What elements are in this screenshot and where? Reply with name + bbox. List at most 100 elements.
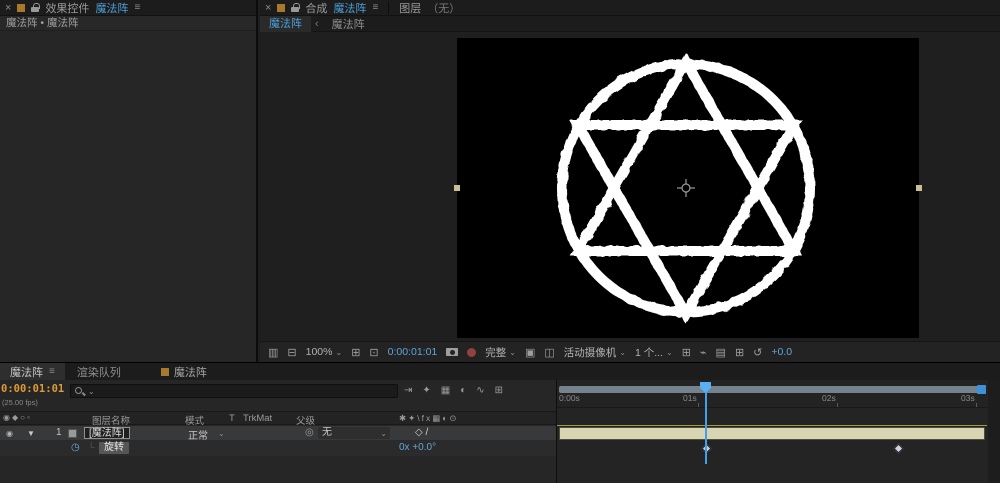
av-feature-column-icons: ◉◆○▫ bbox=[3, 413, 32, 422]
ruler-label: 0:00s bbox=[559, 393, 580, 403]
timeline-left: 0:00:01:01 (25.00 fps) ⌄ ⇥ ✦ ▦ ◐ ∿ ⊞ ◉◆○… bbox=[0, 380, 556, 483]
comp-timecode[interactable]: 0:00:01:01 bbox=[388, 346, 438, 358]
parent-select[interactable]: 无 ⌄ bbox=[318, 427, 390, 439]
timeline-button-icon[interactable]: ▤ bbox=[716, 346, 726, 359]
layer-name-field[interactable]: [魔法阵] bbox=[84, 427, 130, 439]
chevron-down-icon: ⌄ bbox=[335, 347, 343, 357]
exposure-value[interactable]: +0.0 bbox=[771, 346, 792, 358]
chevron-down-icon: ⌄ bbox=[218, 429, 225, 438]
brainstorm-icon[interactable]: ⊞ bbox=[495, 385, 503, 396]
work-area-end-handle[interactable] bbox=[977, 385, 986, 394]
panel-menu-icon[interactable]: ≡ bbox=[372, 2, 378, 13]
column-header-row: ◉◆○▫ 图层名称 模式 T TrkMat 父级 ✱✦\fx▦◐⊙ bbox=[0, 411, 556, 427]
layer-handle-right[interactable] bbox=[916, 185, 922, 191]
effect-controls-tabstrip: × 效果控件 魔法阵 ≡ bbox=[0, 0, 256, 16]
time-ruler[interactable]: 0:00s 01s 02s 03s bbox=[557, 380, 1000, 408]
flowchart-icon[interactable]: ⊞ bbox=[735, 346, 744, 359]
tab-layer-panel[interactable]: 图层 bbox=[399, 0, 421, 16]
after-effects-window: × 效果控件 魔法阵 ≡ 魔法阵 • 魔法阵 × 合成 魔法阵 ≡ 图层 （无）… bbox=[0, 0, 1000, 483]
pickwhip-icon[interactable]: ◎ bbox=[305, 427, 314, 438]
close-icon[interactable]: × bbox=[5, 2, 11, 14]
panel-menu-icon[interactable]: ≡ bbox=[49, 366, 55, 377]
tab-timeline-comp[interactable]: 魔法阵 ≡ bbox=[0, 363, 65, 380]
tab-divider bbox=[388, 1, 390, 14]
timeline-tabstrip: 魔法阵 ≡ 渲染队列 魔法阵 bbox=[0, 363, 1000, 380]
column-layer-name[interactable]: 图层名称 bbox=[92, 413, 130, 427]
composition-tabstrip: × 合成 魔法阵 ≡ 图层 （无） bbox=[260, 0, 1000, 16]
resolution-select[interactable]: 完整 ⌄ bbox=[485, 345, 516, 360]
tab-composition[interactable]: 合成 bbox=[305, 0, 327, 16]
mask-visibility-icon[interactable]: ⊡ bbox=[369, 346, 378, 359]
panel-menu-icon[interactable]: ≡ bbox=[134, 2, 140, 13]
property-name[interactable]: 旋转 bbox=[99, 442, 129, 454]
search-input[interactable]: ⌄ bbox=[70, 384, 398, 398]
grid-options-icon[interactable]: ⊞ bbox=[351, 346, 360, 359]
tab-timeline-comp2[interactable]: 魔法阵 bbox=[160, 364, 207, 380]
effect-controls-body bbox=[0, 32, 256, 362]
timeline-panel: 魔法阵 ≡ 渲染队列 魔法阵 0:00:01:01 (25.00 fps) ⌄ … bbox=[0, 362, 1000, 483]
tab-render-queue[interactable]: 渲染队列 bbox=[65, 364, 133, 380]
layer-row[interactable]: ◉ ▼ 1 [魔法阵] 正常 ⌄ ◎ 无 ⌄ ◇ / bbox=[0, 426, 556, 442]
layer-type-icon bbox=[68, 429, 77, 438]
viewer-tab-other[interactable]: 魔法阵 bbox=[323, 16, 374, 32]
effect-controls-doc-title[interactable]: 魔法阵 bbox=[95, 0, 128, 16]
keyframe[interactable] bbox=[893, 443, 904, 454]
work-area-bar[interactable] bbox=[559, 386, 985, 393]
lock-icon[interactable] bbox=[31, 3, 40, 12]
draft-3d-icon[interactable]: ✦ bbox=[422, 385, 430, 396]
roi-icon[interactable]: ▣ bbox=[525, 346, 535, 359]
graph-editor-icon[interactable]: ∿ bbox=[476, 385, 484, 396]
timeline-tracks: 0:00s 01s 02s 03s bbox=[556, 380, 1000, 483]
tab-effect-controls[interactable]: 效果控件 bbox=[45, 0, 89, 16]
column-t[interactable]: T bbox=[229, 413, 235, 424]
zoom-select[interactable]: 100% ⌄ bbox=[306, 346, 343, 358]
composition-doc-title[interactable]: 魔法阵 bbox=[333, 0, 366, 16]
breadcrumb: 魔法阵 • 魔法阵 bbox=[0, 16, 256, 31]
twirl-down-icon[interactable]: ▼ bbox=[27, 429, 35, 438]
property-row-rotation[interactable]: ◷ └ 旋转 0x +0.0° bbox=[0, 441, 556, 456]
composition-panel: × 合成 魔法阵 ≡ 图层 （无） 魔法阵 ‹ 魔法阵 ▥ ⊟ 100% ⌄ ⊞… bbox=[260, 0, 1000, 362]
viewer-lock-icon[interactable]: ▥ bbox=[268, 346, 278, 359]
blend-mode-select[interactable]: 正常 bbox=[188, 427, 208, 442]
eye-icon[interactable]: ◉ bbox=[6, 429, 13, 438]
pixel-aspect-icon[interactable]: ⊞ bbox=[682, 346, 691, 359]
lock-icon[interactable] bbox=[291, 3, 300, 12]
chevron-left-icon[interactable]: ‹ bbox=[311, 18, 323, 30]
layer-duration-bar[interactable] bbox=[559, 427, 985, 440]
snapshot-icon[interactable] bbox=[446, 348, 459, 356]
column-trkmat[interactable]: TrkMat bbox=[243, 413, 272, 424]
mini-flowchart-icon[interactable]: ⇥ bbox=[404, 385, 412, 396]
column-mode[interactable]: 模式 bbox=[185, 413, 204, 427]
column-parent[interactable]: 父级 bbox=[296, 413, 315, 427]
chevron-down-icon: ⌄ bbox=[666, 347, 673, 357]
view-layout-select[interactable]: 1 个... ⌄ bbox=[635, 345, 673, 360]
viewer-tabbar: 魔法阵 ‹ 魔法阵 bbox=[260, 15, 1000, 32]
composition-canvas[interactable] bbox=[457, 38, 919, 338]
effect-controls-panel: × 效果控件 魔法阵 ≡ 魔法阵 • 魔法阵 bbox=[0, 0, 258, 362]
layer-handle-left[interactable] bbox=[454, 185, 460, 191]
rotation-value[interactable]: 0x +0.0° bbox=[399, 442, 436, 453]
frame-rate-label: (25.00 fps) bbox=[2, 398, 38, 407]
layer-switches[interactable]: ◇ / bbox=[415, 427, 428, 438]
viewer-tab-active[interactable]: 魔法阵 bbox=[260, 15, 311, 32]
close-icon[interactable]: × bbox=[265, 2, 271, 14]
layer-panel-doc: （无） bbox=[427, 2, 461, 15]
hierarchy-connector-icon: └ bbox=[88, 442, 95, 452]
transparency-grid-icon[interactable]: ◫ bbox=[544, 346, 554, 359]
playhead-line[interactable] bbox=[705, 382, 707, 464]
screen-icon[interactable]: ⊟ bbox=[287, 346, 296, 359]
ruler-tick bbox=[976, 403, 977, 407]
current-timecode[interactable]: 0:00:01:01 bbox=[1, 383, 64, 395]
channels-icon[interactable] bbox=[467, 347, 477, 357]
chevron-down-icon: ⌄ bbox=[88, 386, 95, 396]
ruler-label: 02s bbox=[822, 393, 836, 403]
ruler-label: 01s bbox=[683, 393, 697, 403]
chevron-down-icon: ⌄ bbox=[509, 347, 516, 357]
fast-previews-icon[interactable]: ⌁ bbox=[700, 346, 707, 359]
exposure-reset-icon[interactable]: ↺ bbox=[753, 346, 762, 359]
stopwatch-icon[interactable]: ◷ bbox=[71, 442, 80, 453]
motion-blur-icon[interactable]: ◐ bbox=[460, 385, 466, 396]
timeline-main: 0:00:01:01 (25.00 fps) ⌄ ⇥ ✦ ▦ ◐ ∿ ⊞ ◉◆○… bbox=[0, 380, 1000, 483]
camera-select[interactable]: 活动摄像机 ⌄ bbox=[564, 345, 626, 360]
frame-blend-icon[interactable]: ▦ bbox=[441, 385, 450, 396]
